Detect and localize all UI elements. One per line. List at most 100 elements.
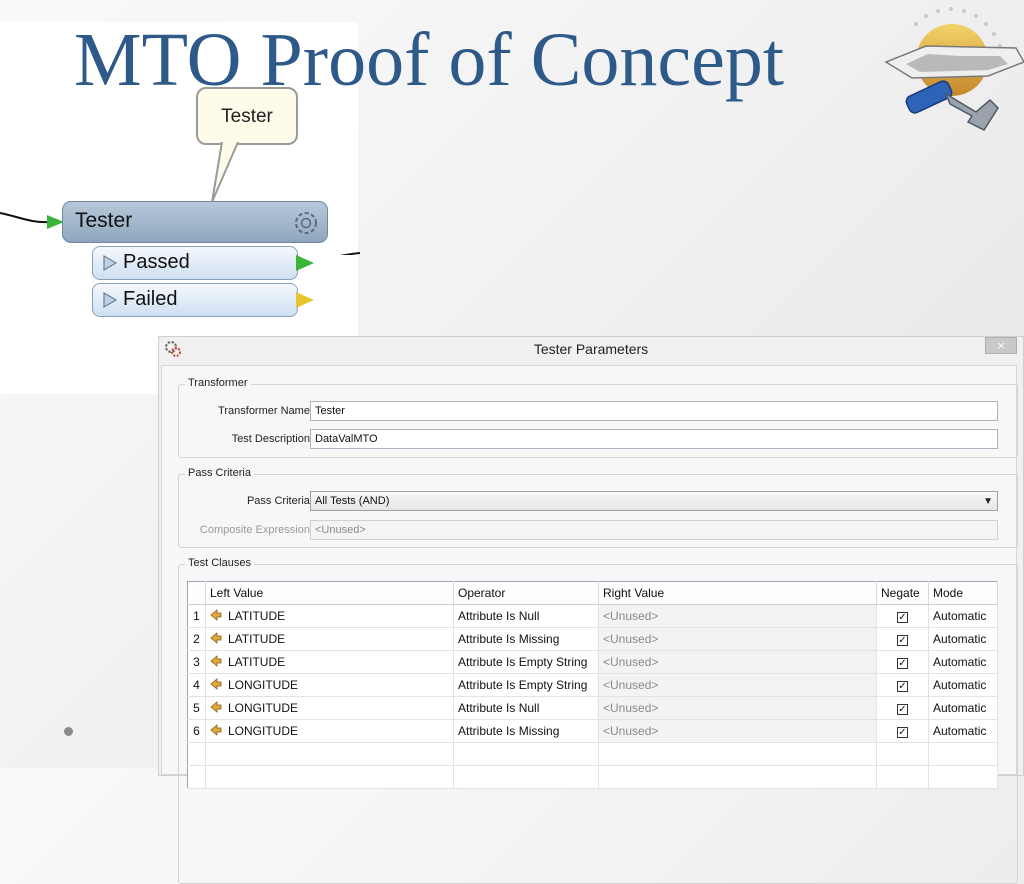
passed-output-port[interactable]: Passed (92, 246, 314, 280)
column-header-mode[interactable]: Mode (928, 581, 998, 605)
negate-cell[interactable] (876, 742, 929, 766)
left-value-text: LATITUDE (228, 609, 286, 623)
right-value-cell[interactable] (598, 765, 877, 789)
composite-expression-label: Composite Expression: (199, 524, 313, 536)
table-row[interactable]: 6 LONGITUDE Attribute Is Missing <Unused> ✓ A… (187, 719, 998, 743)
port-label: Passed (123, 251, 190, 273)
column-header-operator[interactable]: Operator (453, 581, 599, 605)
operator-cell[interactable]: Attribute Is Missing (453, 627, 599, 651)
test-clauses-body: 1 LATITUDE Attribute Is Null <Unused> ✓ Autom… (187, 604, 998, 789)
play-triangle-icon (103, 292, 117, 308)
empty-table-row[interactable] (187, 765, 998, 789)
attribute-icon (210, 678, 222, 690)
negate-checkbox[interactable]: ✓ (897, 704, 908, 715)
table-row[interactable]: 5 LONGITUDE Attribute Is Null <Unused> ✓ Auto… (187, 696, 998, 720)
transformer-group: Transformer Transformer Name: Tester Tes… (178, 377, 1018, 458)
right-value-cell[interactable]: <Unused> (598, 696, 877, 720)
right-value-cell[interactable]: <Unused> (598, 673, 877, 697)
tester-transformer-node[interactable]: Tester (62, 201, 328, 243)
left-value-cell[interactable] (205, 765, 454, 789)
operator-cell[interactable]: Attribute Is Missing (453, 719, 599, 743)
bullet-point (64, 727, 73, 736)
negate-checkbox[interactable]: ✓ (897, 612, 908, 623)
left-value-text: LONGITUDE (228, 678, 299, 692)
left-value-text: LATITUDE (228, 655, 286, 669)
test-clauses-group: Test Clauses Left Value Operator Right V… (178, 557, 1018, 884)
operator-cell[interactable]: Attribute Is Empty String (453, 673, 599, 697)
attribute-icon (210, 655, 222, 667)
mode-cell[interactable]: Automatic (928, 604, 998, 628)
mode-cell[interactable]: Automatic (928, 696, 998, 720)
left-value-cell[interactable]: LATITUDE (205, 650, 454, 674)
transformer-name-input[interactable]: Tester (310, 401, 998, 421)
output-arrow-green-icon[interactable] (295, 253, 315, 273)
left-value-cell[interactable]: LATITUDE (205, 627, 454, 651)
operator-cell[interactable] (453, 765, 599, 789)
dialog-titlebar[interactable]: Tester Parameters × (159, 337, 1023, 361)
column-header-right-value[interactable]: Right Value (598, 581, 877, 605)
table-row[interactable]: 1 LATITUDE Attribute Is Null <Unused> ✓ Autom… (187, 604, 998, 628)
mode-cell[interactable]: Automatic (928, 673, 998, 697)
pass-criteria-select[interactable]: All Tests (AND) ▼ (310, 491, 998, 511)
left-value-text: LONGITUDE (228, 724, 299, 738)
right-value-cell[interactable] (598, 742, 877, 766)
column-header-negate[interactable]: Negate (876, 581, 929, 605)
fme-logo-icon (884, 7, 1024, 131)
failed-output-port[interactable]: Failed (92, 283, 314, 317)
left-value-cell[interactable]: LONGITUDE (205, 719, 454, 743)
right-value-cell[interactable]: <Unused> (598, 604, 877, 628)
pass-criteria-label: Pass Criteria: (246, 495, 313, 507)
right-value-cell[interactable]: <Unused> (598, 627, 877, 651)
group-legend: Transformer (185, 377, 251, 389)
mode-cell[interactable]: Automatic (928, 719, 998, 743)
operator-cell[interactable]: Attribute Is Empty String (453, 650, 599, 674)
row-number: 5 (187, 696, 206, 720)
empty-table-row[interactable] (187, 742, 998, 766)
negate-cell[interactable]: ✓ (876, 627, 929, 651)
test-description-input[interactable]: DataValMTO (310, 429, 998, 449)
row-number: 4 (187, 673, 206, 697)
operator-cell[interactable] (453, 742, 599, 766)
right-value-cell[interactable]: <Unused> (598, 650, 877, 674)
mode-cell[interactable] (928, 765, 998, 789)
negate-cell[interactable]: ✓ (876, 604, 929, 628)
mode-cell[interactable] (928, 742, 998, 766)
negate-cell[interactable] (876, 765, 929, 789)
group-legend: Pass Criteria (185, 467, 254, 479)
negate-cell[interactable]: ✓ (876, 696, 929, 720)
slide-title: MTO Proof of Concept (74, 18, 784, 102)
left-value-cell[interactable]: LATITUDE (205, 604, 454, 628)
left-value-text: LONGITUDE (228, 701, 299, 715)
negate-cell[interactable]: ✓ (876, 673, 929, 697)
negate-checkbox[interactable]: ✓ (897, 681, 908, 692)
operator-cell[interactable]: Attribute Is Null (453, 696, 599, 720)
column-header-left-value[interactable]: Left Value (205, 581, 454, 605)
gear-icon[interactable] (291, 208, 321, 238)
mode-cell[interactable]: Automatic (928, 627, 998, 651)
port-label: Failed (123, 288, 178, 310)
right-value-cell[interactable]: <Unused> (598, 719, 877, 743)
left-value-text: LATITUDE (228, 632, 286, 646)
table-row[interactable]: 2 LATITUDE Attribute Is Missing <Unused> ✓ Au… (187, 627, 998, 651)
composite-expression-input[interactable]: <Unused> (310, 520, 998, 540)
table-row[interactable]: 3 LATITUDE Attribute Is Empty String <Unuse… (187, 650, 998, 674)
operator-cell[interactable]: Attribute Is Null (453, 604, 599, 628)
close-button[interactable]: × (985, 337, 1017, 354)
output-arrow-yellow-icon[interactable] (295, 290, 315, 310)
table-row[interactable]: 4 LONGITUDE Attribute Is Empty String <Unus… (187, 673, 998, 697)
group-legend: Test Clauses (185, 557, 254, 569)
negate-checkbox[interactable]: ✓ (897, 658, 908, 669)
negate-cell[interactable]: ✓ (876, 719, 929, 743)
chevron-down-icon: ▼ (983, 496, 993, 507)
left-value-cell[interactable]: LONGITUDE (205, 696, 454, 720)
negate-checkbox[interactable]: ✓ (897, 635, 908, 646)
negate-cell[interactable]: ✓ (876, 650, 929, 674)
pass-criteria-group: Pass Criteria Pass Criteria: All Tests (… (178, 467, 1018, 548)
row-number: 2 (187, 627, 206, 651)
left-value-cell[interactable]: LONGITUDE (205, 673, 454, 697)
negate-checkbox[interactable]: ✓ (897, 727, 908, 738)
row-number-header (187, 581, 206, 605)
mode-cell[interactable]: Automatic (928, 650, 998, 674)
left-value-cell[interactable] (205, 742, 454, 766)
row-number (187, 742, 206, 766)
